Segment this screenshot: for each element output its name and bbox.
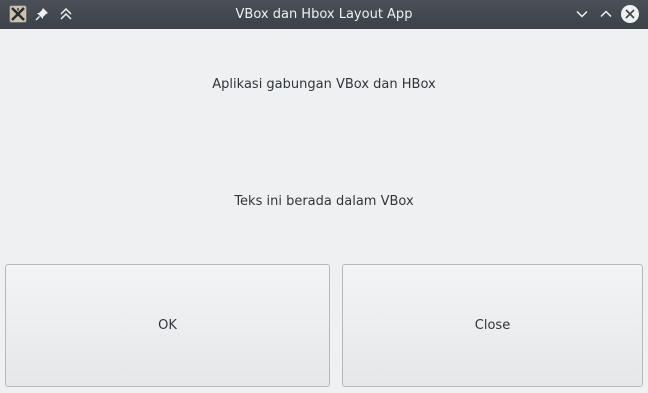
minimize-icon[interactable] [572, 4, 592, 24]
window-title: VBox dan Hbox Layout App [235, 7, 413, 22]
close-icon[interactable] [620, 4, 640, 24]
keep-above-icon[interactable] [56, 4, 76, 24]
title-bar[interactable]: VBox dan Hbox Layout App [0, 0, 648, 29]
pin-icon[interactable] [32, 4, 52, 24]
maximize-icon[interactable] [596, 4, 616, 24]
close-button[interactable]: Close [342, 264, 643, 387]
ok-button[interactable]: OK [5, 264, 330, 387]
vbox-label: Teks ini berada dalam VBox [234, 194, 414, 209]
header-label: Aplikasi gabungan VBox dan HBox [212, 77, 436, 92]
app-logo-icon[interactable] [8, 4, 28, 24]
app-window: VBox dan Hbox Layout App Aplikasi gabung… [0, 0, 648, 393]
